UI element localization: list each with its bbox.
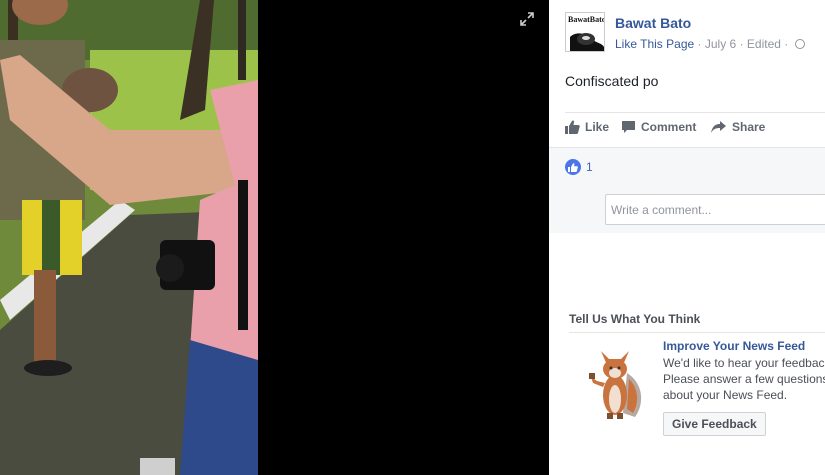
like-page-link[interactable]: Like This Page [615,37,694,51]
post-header: BawatBato Bawat Bato Like This Page · Ju… [565,12,825,56]
page-name[interactable]: Bawat Bato [615,15,691,31]
share-button[interactable]: Share [711,120,765,134]
photo-viewer [0,0,549,475]
tell-us-heading: Tell Us What You Think [569,312,701,326]
globe-icon[interactable] [794,39,805,49]
comment-label: Comment [641,120,697,134]
post-date[interactable]: July 6 [705,37,736,51]
expand-icon[interactable] [518,10,536,28]
post-meta: Like This Page · July 6 · Edited · [615,37,805,51]
ad-headline[interactable]: Improve Your News Feed [663,339,805,353]
page-avatar[interactable]: BawatBato [565,12,605,52]
meta-separator: · [697,37,702,51]
divider [565,112,825,113]
comment-icon [622,121,635,133]
like-button[interactable]: Like [565,120,609,134]
like-reaction-icon [565,159,581,175]
like-count-value: 1 [586,160,593,174]
post-details-pane: BawatBato Bawat Bato Like This Page · Ju… [549,0,825,475]
reaction-count[interactable]: 1 [565,159,593,175]
thumbs-up-icon [565,120,580,134]
give-feedback-button[interactable]: Give Feedback [663,412,766,436]
comment-button[interactable]: Comment [621,120,696,134]
ad-description: We'd like to hear your feedback. Please … [663,356,825,402]
meta-separator-3: · [784,37,789,51]
comment-input[interactable]: Write a comment... [605,194,825,225]
like-label: Like [585,120,610,134]
meta-separator-2: · [739,37,744,51]
edited-label[interactable]: Edited [747,37,781,51]
fox-illustration [583,343,647,421]
post-text: Confiscated po [565,73,659,89]
section-divider [569,332,825,333]
avatar-logo-text: BawatBato [568,15,605,24]
share-label: Share [732,120,766,134]
comment-placeholder: Write a comment... [611,203,712,217]
post-photo[interactable] [0,0,258,475]
share-icon [711,121,726,133]
reactions-and-comments: 1 Write a comment... [549,147,825,233]
